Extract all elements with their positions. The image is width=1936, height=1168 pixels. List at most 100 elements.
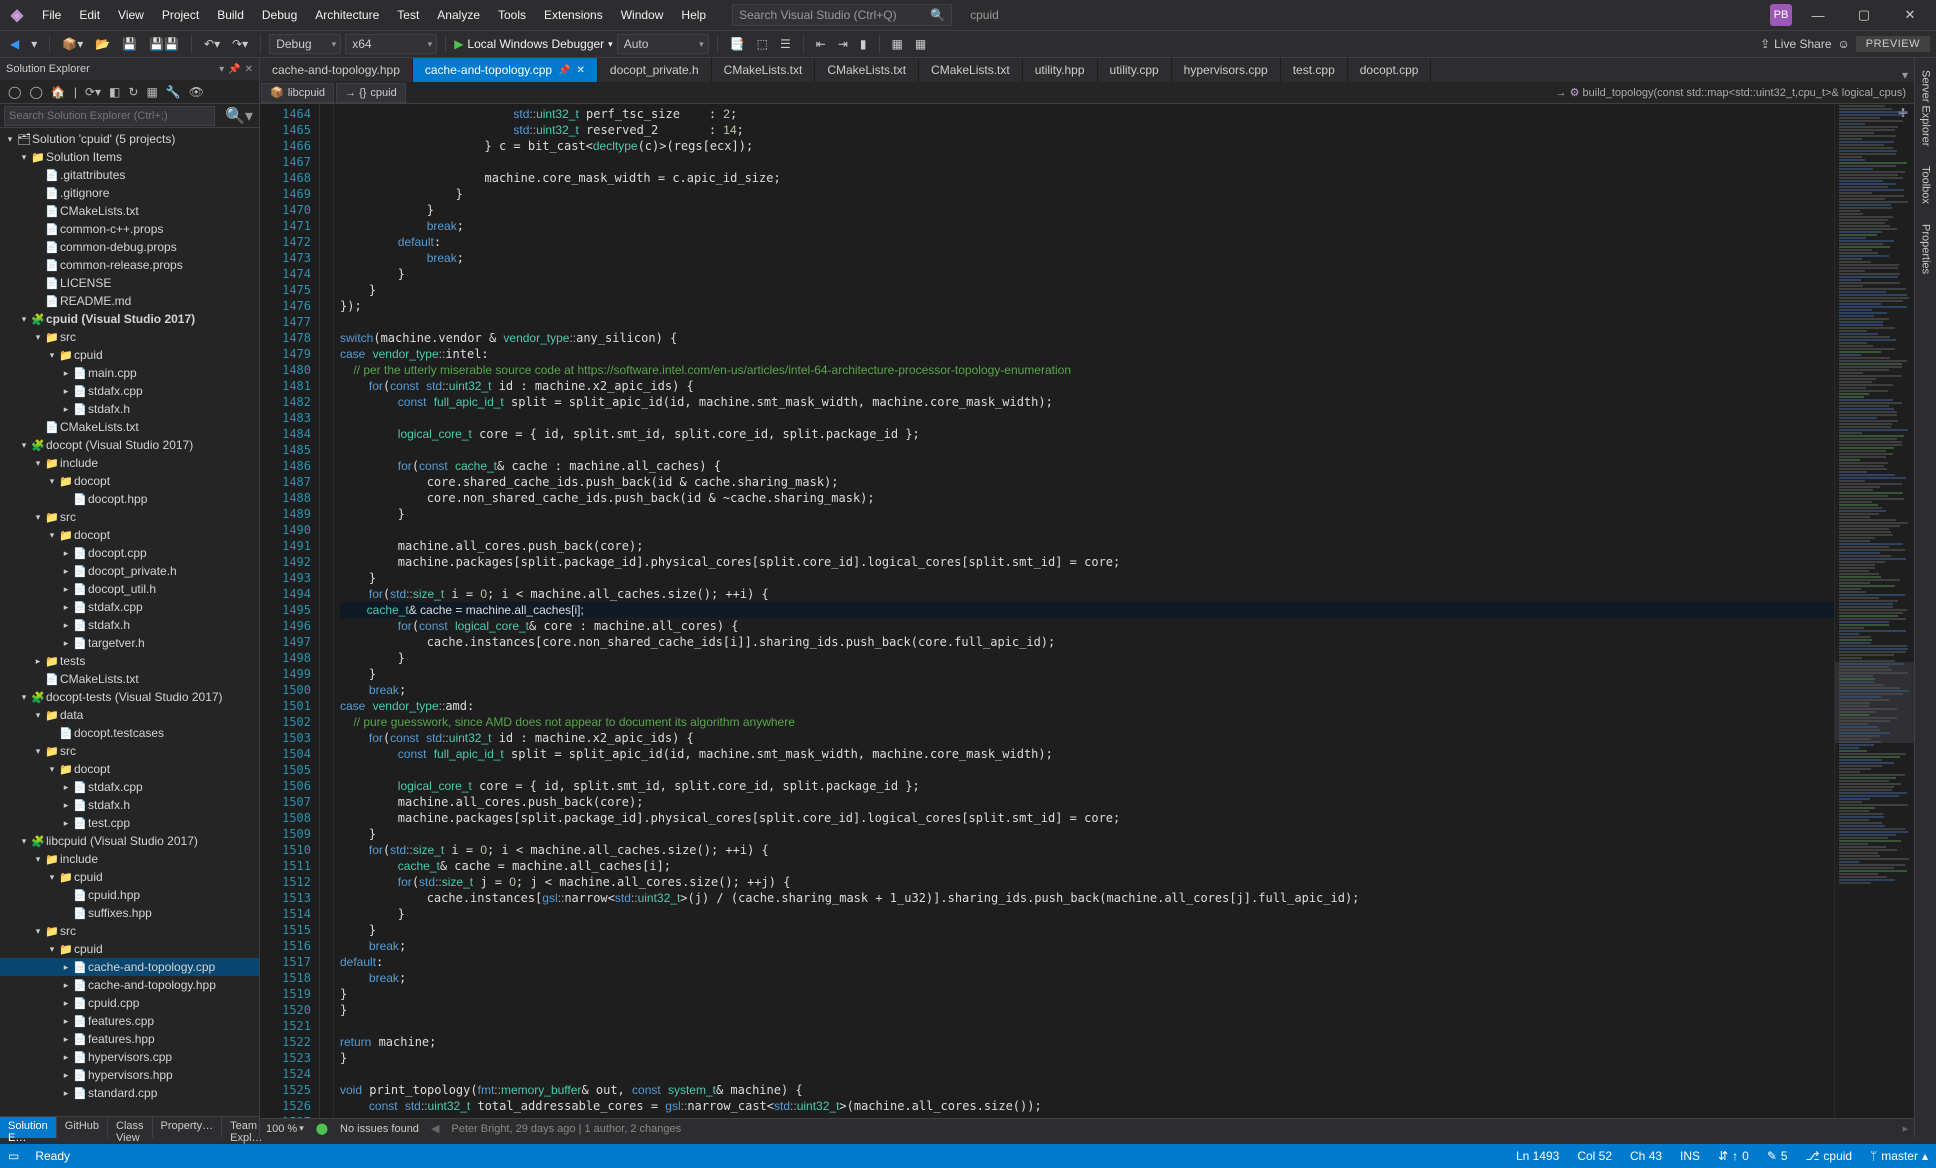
tree-item[interactable]: ▸📄docopt_private.h [0, 562, 259, 580]
tree-item[interactable]: ▾📁cpuid [0, 868, 259, 886]
status-ins[interactable]: INS [1680, 1149, 1700, 1163]
tree-item[interactable]: ▾🧩docopt (Visual Studio 2017) [0, 436, 259, 454]
close-button[interactable]: ✕ [1890, 1, 1930, 29]
menu-window[interactable]: Window [613, 4, 672, 26]
tree-item[interactable]: ▸📄docopt.cpp [0, 544, 259, 562]
menu-build[interactable]: Build [209, 4, 252, 26]
tree-item[interactable]: ▾📁src [0, 922, 259, 940]
tree-item[interactable]: ▸📄features.cpp [0, 1012, 259, 1030]
breadcrumb-project[interactable]: 📦 libcpuid [261, 83, 334, 103]
issues-label[interactable]: No issues found [340, 1123, 419, 1135]
status-line[interactable]: Ln 1493 [1516, 1149, 1559, 1163]
doc-tab[interactable]: cache-and-topology.hpp [260, 58, 413, 82]
tree-item[interactable]: ▸📄features.hpp [0, 1030, 259, 1048]
minimap[interactable]: ✚ [1834, 104, 1914, 1118]
se-properties-icon[interactable]: 🔧 [164, 85, 183, 99]
vtab-properties[interactable]: Properties [1918, 218, 1934, 280]
solution-tree[interactable]: ▾🗂Solution 'cpuid' (5 projects)▾📁Solutio… [0, 128, 259, 1116]
tree-item[interactable]: ▾📁include [0, 850, 259, 868]
tree-item[interactable]: 📄common-debug.props [0, 238, 259, 256]
breadcrumb-method[interactable]: → ⚙ build_topology(const std::map<std::u… [1556, 86, 1914, 99]
tree-item[interactable]: 📄docopt.testcases [0, 724, 259, 742]
menu-project[interactable]: Project [154, 4, 207, 26]
tree-item[interactable]: 📄common-release.props [0, 256, 259, 274]
tree-item[interactable]: 📄README.md [0, 292, 259, 310]
feedback-icon[interactable]: ☺ [1838, 37, 1850, 51]
tree-item[interactable]: ▸📄test.cpp [0, 814, 259, 832]
tree-item[interactable]: ▾📁cpuid [0, 346, 259, 364]
tree-item[interactable]: 📄CMakeLists.txt [0, 418, 259, 436]
menu-architecture[interactable]: Architecture [307, 4, 387, 26]
tree-item[interactable]: ▾📁docopt [0, 526, 259, 544]
tree-item[interactable]: ▾📁data [0, 706, 259, 724]
tree-item[interactable]: 📄CMakeLists.txt [0, 202, 259, 220]
toolbar-icon-4[interactable]: ⇤ [812, 37, 830, 51]
solution-explorer-search[interactable] [4, 106, 215, 126]
se-fwd-icon[interactable]: ◯ [27, 85, 44, 99]
panel-pin-button[interactable]: 📌 [228, 64, 240, 75]
start-debugging-button[interactable]: ▶ Local Windows Debugger ▾ [454, 37, 613, 51]
status-repo[interactable]: ⎇ cpuid [1806, 1149, 1853, 1163]
se-preview-icon[interactable]: 👁 [187, 85, 206, 99]
tree-item[interactable]: ▾📁cpuid [0, 940, 259, 958]
tree-item[interactable]: ▸📄stdafx.h [0, 400, 259, 418]
vtab-server-explorer[interactable]: Server Explorer [1918, 64, 1934, 152]
maximize-button[interactable]: ▢ [1844, 1, 1884, 29]
toolbar-icon-3[interactable]: ☰ [776, 37, 795, 51]
tree-item[interactable]: ▾🧩cpuid (Visual Studio 2017) [0, 310, 259, 328]
tree-item[interactable]: ▸📄cache-and-topology.hpp [0, 976, 259, 994]
doc-tab[interactable]: utility.hpp [1023, 58, 1098, 82]
back-button[interactable]: ◀ [6, 37, 23, 51]
code-content[interactable]: std::uint32_t perf_tsc_size : 2; std::ui… [334, 104, 1834, 1118]
tree-item[interactable]: ▸📄targetver.h [0, 634, 259, 652]
tree-item[interactable]: ▸📄stdafx.cpp [0, 598, 259, 616]
doc-tab-overflow[interactable]: ▾ [1896, 68, 1914, 82]
sidebar-tab[interactable]: Solution E… [0, 1117, 57, 1138]
tree-item[interactable]: ▾📁Solution Items [0, 148, 259, 166]
tree-item[interactable]: ▸📄cpuid.cpp [0, 994, 259, 1012]
tree-item[interactable]: ▸📄cache-and-topology.cpp [0, 958, 259, 976]
toolbar-icon-2[interactable]: ⬚ [753, 37, 772, 51]
tree-item[interactable]: ▾🧩libcpuid (Visual Studio 2017) [0, 832, 259, 850]
status-col[interactable]: Col 52 [1577, 1149, 1612, 1163]
menu-test[interactable]: Test [389, 4, 427, 26]
tree-item[interactable]: ▾🧩docopt-tests (Visual Studio 2017) [0, 688, 259, 706]
se-collapse-icon[interactable]: ◧ [107, 85, 122, 99]
tree-item[interactable]: ▸📄stdafx.h [0, 616, 259, 634]
doc-tab[interactable]: docopt_private.h [598, 58, 712, 82]
sidebar-tab[interactable]: Class View [108, 1117, 153, 1138]
doc-tab[interactable]: test.cpp [1281, 58, 1348, 82]
menu-extensions[interactable]: Extensions [536, 4, 611, 26]
doc-tab[interactable]: utility.cpp [1098, 58, 1172, 82]
tree-item[interactable]: ▸📄standard.cpp [0, 1084, 259, 1102]
panel-close-button[interactable]: ✕ [245, 64, 253, 75]
tree-item[interactable]: 📄CMakeLists.txt [0, 670, 259, 688]
tree-item[interactable]: 📄.gitattributes [0, 166, 259, 184]
global-search-input[interactable]: Search Visual Studio (Ctrl+Q) 🔍 [732, 4, 952, 26]
new-project-button[interactable]: 📦▾ [58, 37, 87, 51]
thread-dropdown[interactable]: Auto [617, 34, 709, 54]
tree-item[interactable]: ▸📄docopt_util.h [0, 580, 259, 598]
split-button[interactable]: ✚ [1898, 106, 1908, 120]
zoom-dropdown[interactable]: 100 % ▾ [266, 1123, 304, 1135]
tree-item[interactable]: ▸📄stdafx.h [0, 796, 259, 814]
menu-edit[interactable]: Edit [71, 4, 108, 26]
tree-item[interactable]: ▸📄stdafx.cpp [0, 382, 259, 400]
tree-item[interactable]: ▸📁tests [0, 652, 259, 670]
menu-debug[interactable]: Debug [254, 4, 305, 26]
status-push[interactable]: ⇵ ↑0 [1718, 1149, 1749, 1163]
menu-analyze[interactable]: Analyze [429, 4, 488, 26]
code-viewport[interactable]: 1464 1465 1466 1467 1468 1469 1470 1471 … [260, 104, 1914, 1118]
doc-tab[interactable]: docopt.cpp [1348, 58, 1432, 82]
toolbar-icon-8[interactable]: ▦ [911, 37, 930, 51]
platform-dropdown[interactable]: x64 [345, 34, 437, 54]
doc-tab[interactable]: hypervisors.cpp [1172, 58, 1281, 82]
tree-item[interactable]: ▾📁src [0, 328, 259, 346]
menu-help[interactable]: Help [673, 4, 714, 26]
tree-item[interactable]: 📄.gitignore [0, 184, 259, 202]
redo-button[interactable]: ↷▾ [228, 37, 252, 51]
sidebar-tab[interactable]: Property… [153, 1117, 223, 1138]
tree-item[interactable]: 📄common-c++.props [0, 220, 259, 238]
save-button[interactable]: 💾 [118, 37, 141, 51]
se-home-icon[interactable]: 🏠 [49, 85, 68, 99]
